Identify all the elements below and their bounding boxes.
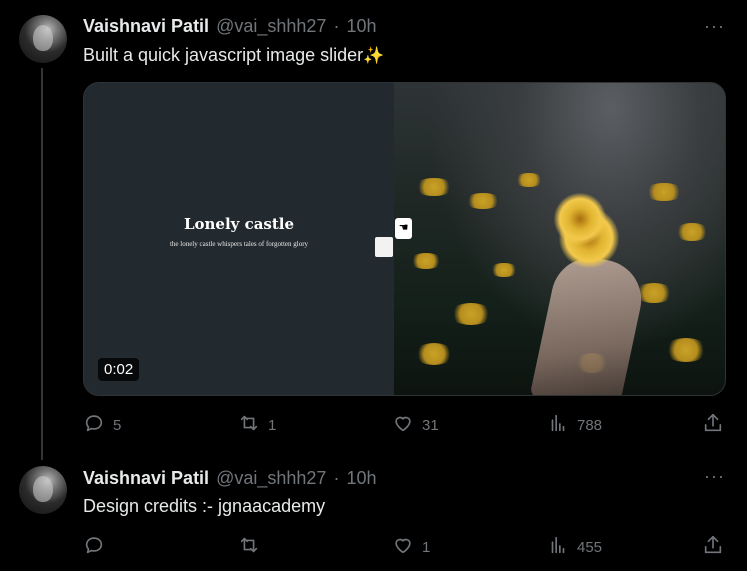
flower-mark — [514, 173, 544, 187]
reply-button[interactable]: 5 — [83, 413, 121, 437]
slider-handle[interactable] — [375, 237, 393, 257]
tweet-actions: 5 1 31 788 — [83, 413, 727, 437]
views-button[interactable]: 455 — [547, 535, 602, 559]
flower-mark — [489, 263, 519, 277]
flower-mark — [414, 343, 454, 365]
separator-dot: · — [333, 16, 340, 36]
more-options-icon[interactable]: ··· — [704, 16, 725, 37]
flower-mark — [414, 178, 454, 196]
slide-title: Lonely castle — [183, 215, 295, 233]
hand-cursor-icon: ☚ — [395, 218, 412, 239]
tweet-video[interactable]: Lonely castle the lonely castle whispers… — [83, 82, 726, 396]
share-button[interactable] — [702, 535, 724, 559]
flower-mark — [409, 253, 443, 269]
flower-mark — [464, 193, 502, 209]
tweet-actions: 1 455 — [83, 535, 727, 559]
tweet-text: Design credits :- jgnaacademy — [83, 496, 326, 516]
views-icon — [547, 534, 569, 560]
like-count: 31 — [422, 416, 439, 434]
flower-mark — [449, 303, 493, 325]
like-count: 1 — [422, 538, 431, 556]
tweet-time[interactable]: 10h — [346, 468, 376, 488]
repost-icon — [238, 412, 260, 438]
held-flower-image — [554, 193, 606, 245]
author-name[interactable]: Vaishnavi Patil — [83, 468, 209, 488]
tweet-time[interactable]: 10h — [346, 16, 376, 36]
author-name[interactable]: Vaishnavi Patil — [83, 16, 209, 36]
views-button[interactable]: 788 — [547, 413, 602, 437]
like-button[interactable]: 31 — [392, 413, 439, 437]
flower-mark — [664, 338, 708, 362]
reply-icon — [83, 534, 105, 560]
flower-mark — [674, 223, 710, 241]
heart-icon — [392, 534, 414, 560]
avatar[interactable] — [19, 15, 67, 63]
heart-icon — [392, 412, 414, 438]
thread-line — [41, 68, 43, 460]
sparkles-emoji-icon: ✨ — [363, 46, 385, 65]
separator-dot: · — [333, 468, 340, 488]
repost-icon — [238, 534, 260, 560]
repost-button[interactable]: 1 — [238, 413, 276, 437]
author-handle[interactable]: @vai_shhh27 — [216, 468, 326, 488]
author-handle[interactable]: @vai_shhh27 — [216, 16, 326, 36]
views-count: 455 — [577, 538, 603, 556]
reply-count: 5 — [113, 416, 122, 434]
reply-icon — [83, 412, 105, 438]
flower-mark — [644, 183, 684, 201]
share-icon — [702, 534, 724, 560]
avatar[interactable] — [19, 466, 67, 514]
more-options-icon[interactable]: ··· — [704, 466, 725, 487]
views-icon — [547, 412, 569, 438]
tweet-text-body: Built a quick javascript image slider — [83, 45, 364, 65]
like-button[interactable]: 1 — [392, 535, 430, 559]
tweet-text: Built a quick javascript image slider✨ — [83, 45, 384, 66]
slider-left-panel: Lonely castle the lonely castle whispers… — [84, 83, 394, 395]
slide-subtitle: the lonely castle whispers tales of forg… — [169, 240, 309, 248]
reply-button[interactable] — [83, 535, 113, 559]
repost-count: 1 — [268, 416, 277, 434]
slider-flower-image — [394, 83, 725, 395]
tweet-header: Vaishnavi Patil @vai_shhh27 · 10h — [83, 16, 377, 37]
repost-button[interactable] — [238, 535, 268, 559]
views-count: 788 — [577, 416, 603, 434]
share-button[interactable] — [702, 413, 724, 437]
share-icon — [702, 412, 724, 438]
tweet-header: Vaishnavi Patil @vai_shhh27 · 10h — [83, 468, 377, 489]
video-timestamp: 0:02 — [98, 358, 140, 381]
hand-image — [529, 250, 649, 395]
